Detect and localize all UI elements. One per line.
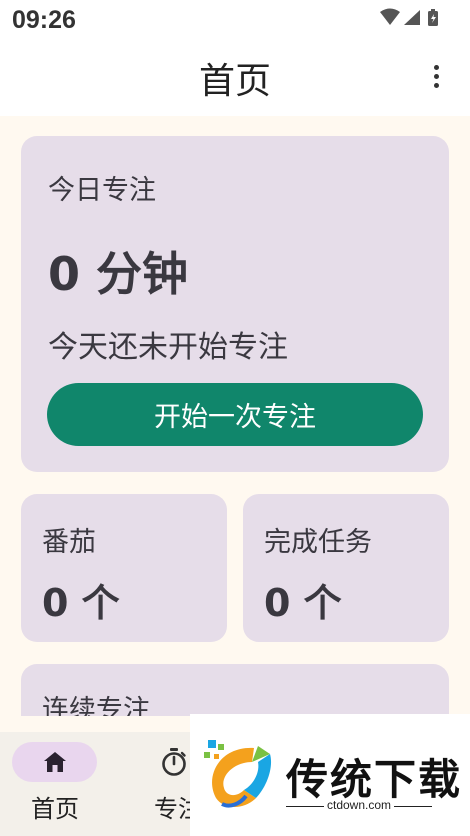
status-bar: 09:26 xyxy=(0,0,470,44)
today-focus-card: 今日专注 0 分钟 今天还未开始专注 开始一次专注 xyxy=(21,136,449,472)
status-icons xyxy=(380,8,438,26)
tomato-label: 番茄 xyxy=(42,527,96,558)
main-content[interactable]: 今日专注 0 分钟 今天还未开始专注 开始一次专注 番茄 0 个 完成任务 0 … xyxy=(0,116,470,716)
signal-icon xyxy=(404,10,420,25)
site-logo xyxy=(204,740,272,808)
app-bar: 首页 xyxy=(0,44,470,116)
today-focus-minutes: 0 分钟 xyxy=(48,247,189,301)
home-icon xyxy=(43,752,66,772)
wifi-icon xyxy=(380,8,400,25)
stopwatch-icon xyxy=(162,748,186,776)
tomato-card: 番茄 0 个 xyxy=(21,494,227,642)
today-focus-label: 今日专注 xyxy=(48,175,156,206)
nav-item-home[interactable]: 首页 xyxy=(0,732,110,836)
tomato-count: 0 个 xyxy=(42,581,120,625)
start-focus-button[interactable]: 开始一次专注 xyxy=(47,383,423,446)
watermark-subtitle: ctdown.com xyxy=(326,798,392,812)
status-time: 09:26 xyxy=(12,6,76,34)
watermark: 传统下载 ctdown.com xyxy=(190,714,470,836)
page-title: 首页 xyxy=(198,61,271,102)
more-vert-icon[interactable] xyxy=(424,58,448,94)
watermark-line-right xyxy=(394,806,432,807)
completed-tasks-count: 0 个 xyxy=(264,581,342,625)
battery-icon xyxy=(428,9,438,26)
today-focus-status: 今天还未开始专注 xyxy=(48,330,288,365)
streak-label: 连续专注 xyxy=(42,695,150,716)
completed-tasks-card: 完成任务 0 个 xyxy=(243,494,449,642)
streak-card: 连续专注 xyxy=(21,664,449,716)
nav-home-indicator xyxy=(12,742,97,782)
completed-tasks-label: 完成任务 xyxy=(264,527,372,558)
nav-home-label: 首页 xyxy=(31,795,79,823)
